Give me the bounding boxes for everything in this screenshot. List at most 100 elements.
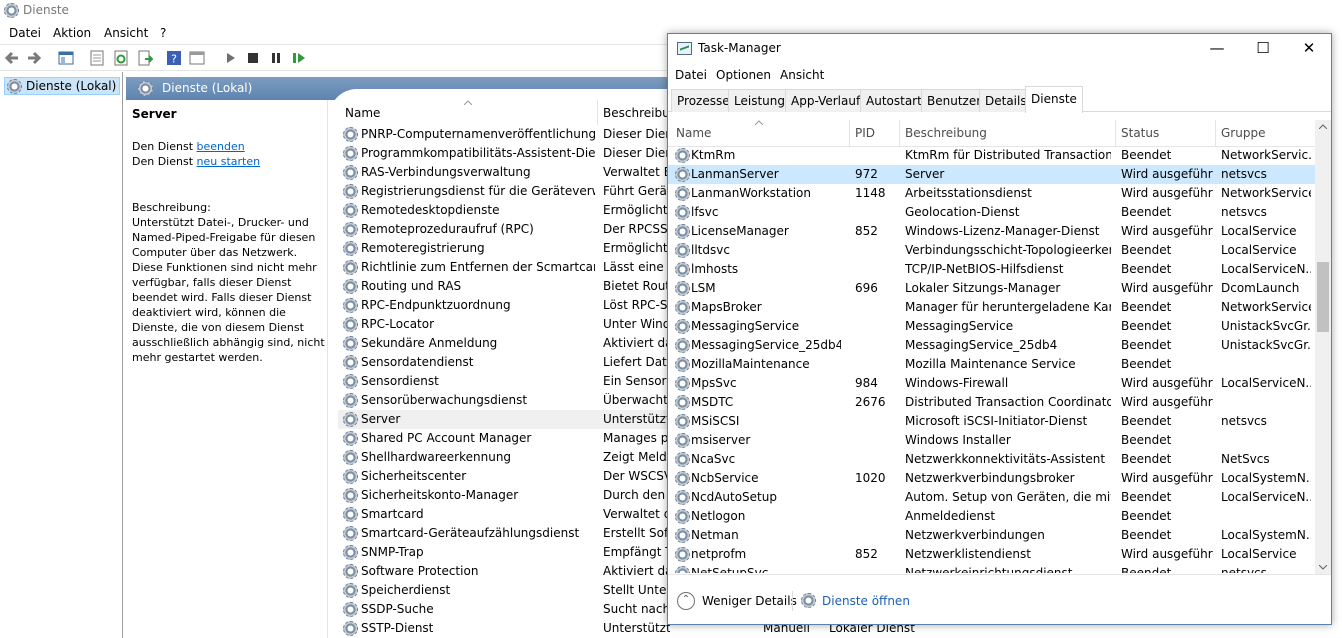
menu-help[interactable]: ? — [160, 26, 166, 40]
tm-service-row[interactable]: Netlogon Anmeldedienst Beendet — [668, 507, 1315, 526]
tm-column-separator[interactable] — [1115, 120, 1116, 147]
minimize-button[interactable]: — — [1194, 34, 1240, 64]
service-row[interactable]: Remotedesktopdienste Ermöglicht E — [338, 201, 670, 220]
tab-leistung[interactable]: Leistung — [728, 89, 791, 112]
show-console-tree-icon[interactable] — [58, 50, 74, 66]
service-row[interactable]: Smartcard-Geräteaufzählungsdienst Erstell… — [338, 524, 670, 543]
service-row[interactable]: Software Protection Aktiviert das — [338, 562, 670, 581]
column-header-name[interactable]: Name — [345, 106, 380, 120]
tab-autostart[interactable]: Autostart — [860, 89, 928, 112]
tm-service-row[interactable]: netprofm 852 Netzwerklistendienst Wird ausg… — [668, 545, 1315, 564]
tm-service-row[interactable]: MSDTC 2676 Distributed Transaction Coordin… — [668, 393, 1315, 412]
tm-column-beschreibung[interactable]: Beschreibung — [905, 126, 987, 140]
tm-service-row[interactable]: lltdsvc Verbindungsschicht-Topologieerken… — [668, 241, 1315, 260]
menu-datei[interactable]: Datei — [9, 26, 41, 40]
restart-service-icon[interactable] — [291, 50, 307, 66]
tm-service-row[interactable]: lmhosts TCP/IP-NetBIOS-Hilfsdienst Beendet… — [668, 260, 1315, 279]
tree-node-dienste-lokal[interactable]: Dienste (Lokal) — [4, 77, 121, 95]
tm-service-row[interactable]: MessagingService MessagingService Beendet U… — [668, 317, 1315, 336]
tm-service-row[interactable]: NcbService 1020 Netzwerkverbindungsbroker W… — [668, 469, 1315, 488]
open-services-gear-icon[interactable] — [801, 593, 816, 608]
tm-menu-ansicht[interactable]: Ansicht — [780, 68, 824, 82]
menu-aktion[interactable]: Aktion — [53, 26, 91, 40]
tm-service-row[interactable]: Netman Netzwerkverbindungen Beendet LocalSy… — [668, 526, 1315, 545]
tm-vertical-scrollbar[interactable] — [1315, 120, 1331, 574]
tm-service-row[interactable]: MozillaMaintenance Mozilla Maintenance Se… — [668, 355, 1315, 374]
service-row[interactable]: Smartcard Verwaltet de — [338, 505, 670, 524]
properties-sheet-icon[interactable] — [89, 50, 105, 66]
service-row[interactable]: Remoteprozeduraufruf (RPC) Der RPCSS-D — [338, 220, 670, 239]
tm-column-separator[interactable] — [1215, 120, 1216, 147]
service-row[interactable]: Sensordatendienst Liefert Dater — [338, 353, 670, 372]
tm-service-row[interactable]: NcdAutoSetup Autom. Setup von Geräten, di… — [668, 488, 1315, 507]
service-row[interactable]: RPC-Locator Unter Windo — [338, 315, 670, 334]
tm-service-row[interactable]: LSM 696 Lokaler Sitzungs-Manager Wird ausge… — [668, 279, 1315, 298]
tm-service-row[interactable]: msiserver Windows Installer Beendet — [668, 431, 1315, 450]
tm-column-name[interactable]: Name — [676, 126, 711, 140]
service-row[interactable]: RAS-Verbindungsverwaltung Verwaltet Ei — [338, 163, 670, 182]
tab-benutzer[interactable]: Benutzer — [921, 89, 988, 112]
service-row[interactable]: Shared PC Account Manager Manages pro — [338, 429, 670, 448]
service-row[interactable]: SSDP-Suche Sucht nach N — [338, 600, 670, 619]
service-row[interactable]: Server Unterstützt D — [338, 410, 670, 429]
tm-service-row[interactable]: MessagingService_25db4 MessagingService_2… — [668, 336, 1315, 355]
tm-service-row[interactable]: LanmanWorkstation 1148 Arbeitsstationsdien… — [668, 184, 1315, 203]
service-row[interactable]: Sicherheitskonto-Manager Durch den S — [338, 486, 670, 505]
tm-scrollbar-thumb[interactable] — [1317, 262, 1329, 332]
tm-service-row[interactable]: LicenseManager 852 Windows-Lizenz-Manager-… — [668, 222, 1315, 241]
restart-service-link[interactable]: neu starten — [197, 155, 261, 168]
scroll-up-arrow-icon[interactable] — [1319, 124, 1327, 129]
service-row[interactable]: Sicherheitscenter Der WSCSVC — [338, 467, 670, 486]
tm-service-row[interactable]: lfsvc Geolocation-Dienst Beendet netsvcs — [668, 203, 1315, 222]
tm-column-status[interactable]: Status — [1121, 126, 1159, 140]
tm-service-row[interactable]: MSiSCSI Microsoft iSCSI-Initiator-Dienst B… — [668, 412, 1315, 431]
service-row[interactable]: Sensorüberwachungsdienst Überwacht v — [338, 391, 670, 410]
tm-service-row[interactable]: MpsSvc 984 Windows-Firewall Wird ausgeführt… — [668, 374, 1315, 393]
fewer-details-button[interactable]: Weniger Details — [702, 594, 797, 608]
tm-service-row[interactable]: LanmanServer 972 Server Wird ausgeführt nets… — [668, 165, 1315, 184]
service-row[interactable]: Registrierungsdienst für die Geräteverwa… — [338, 182, 670, 201]
tm-column-pid[interactable]: PID — [855, 126, 875, 140]
service-row[interactable]: Routing und RAS Bietet Routir — [338, 277, 670, 296]
tm-menu-optionen[interactable]: Optionen — [716, 68, 771, 82]
stop-service-link[interactable]: beenden — [197, 140, 245, 153]
export-list-icon[interactable] — [137, 50, 153, 66]
service-row[interactable]: PNRP-Computernamenveröffentlichungs-... D… — [338, 125, 670, 144]
start-service-icon[interactable] — [222, 50, 238, 66]
stop-service-icon[interactable] — [245, 50, 261, 66]
service-row[interactable]: Sensordienst Ein Sensordi — [338, 372, 670, 391]
tm-service-row[interactable]: NetSetupSvc Netzwerkeinrichtungsdienst Bee… — [668, 564, 1315, 573]
tm-column-gruppe[interactable]: Gruppe — [1221, 126, 1265, 140]
help-icon[interactable]: ? — [166, 50, 182, 66]
task-manager-titlebar[interactable]: Task-Manager — ☐ ✕ — [668, 34, 1331, 64]
refresh-icon[interactable] — [113, 50, 129, 66]
column-separator[interactable] — [597, 100, 598, 125]
service-row[interactable]: Speicherdienst Stellt Unters — [338, 581, 670, 600]
service-row[interactable]: Remoteregistrierung Ermöglicht F — [338, 239, 670, 258]
service-row[interactable]: RPC-Endpunktzuordnung Löst RPC-Sc — [338, 296, 670, 315]
service-row[interactable]: Richtlinie zum Entfernen der Scmartcard L… — [338, 258, 670, 277]
collapse-chevron-icon[interactable]: ⌃ — [677, 592, 695, 610]
scroll-down-arrow-icon[interactable] — [1319, 565, 1327, 570]
tm-service-row[interactable]: KtmRm KtmRm für Distributed Transaction .… — [668, 146, 1315, 165]
show-hide-action-pane-icon[interactable] — [189, 50, 205, 66]
maximize-button[interactable]: ☐ — [1240, 34, 1286, 64]
tm-column-separator[interactable] — [899, 120, 900, 147]
menu-ansicht[interactable]: Ansicht — [104, 26, 148, 40]
tm-service-row[interactable]: MapsBroker Manager für heruntergeladene K… — [668, 298, 1315, 317]
tm-service-row[interactable]: NcaSvc Netzwerkkonnektivitäts-Assistent Be… — [668, 450, 1315, 469]
tab-app-verlauf[interactable]: App-Verlauf — [785, 89, 867, 112]
service-row[interactable]: SNMP-Trap Empfängt Tr — [338, 543, 670, 562]
tm-menu-datei[interactable]: Datei — [675, 68, 707, 82]
pause-service-icon[interactable] — [268, 50, 284, 66]
close-button[interactable]: ✕ — [1286, 34, 1332, 64]
back-arrow-icon[interactable] — [4, 50, 20, 66]
service-row[interactable]: Sekundäre Anmeldung Aktiviert das — [338, 334, 670, 353]
tm-column-separator[interactable] — [849, 120, 850, 147]
service-row[interactable]: Shellhardwareerkennung Zeigt Meldu — [338, 448, 670, 467]
service-row[interactable]: Programmkompatibilitäts-Assistent-Dienst… — [338, 144, 670, 163]
tab-prozesse[interactable]: Prozesse — [671, 89, 736, 112]
forward-arrow-icon[interactable] — [26, 50, 42, 66]
tab-dienste[interactable]: Dienste — [1025, 86, 1083, 113]
open-services-link[interactable]: Dienste öffnen — [822, 594, 910, 608]
